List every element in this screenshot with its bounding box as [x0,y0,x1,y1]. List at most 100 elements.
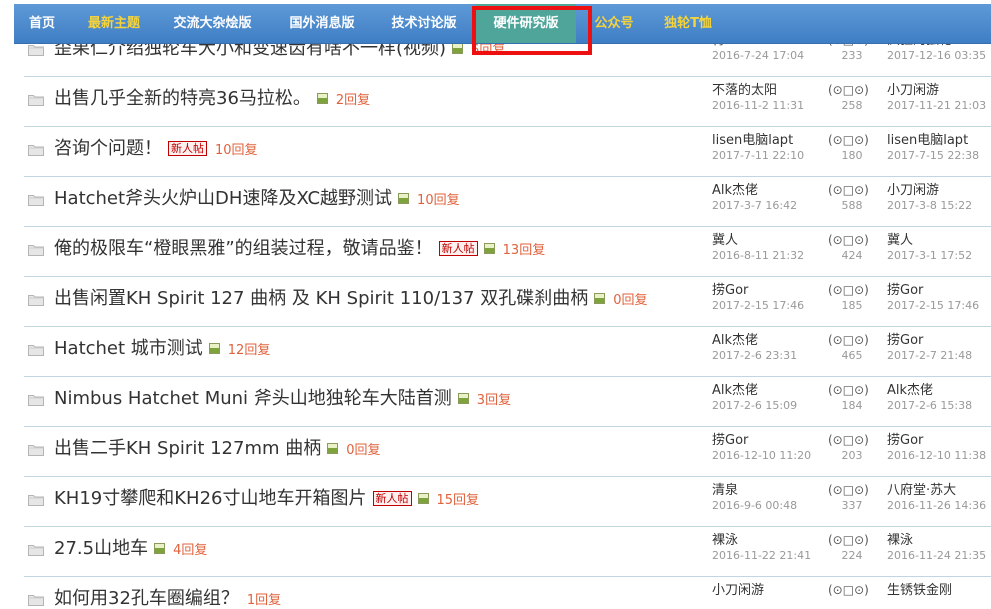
folder-icon [28,341,44,356]
last-reply-time: 2017-2-15 17:46 [887,299,980,312]
thread-title-link[interactable]: Nimbus Hatchet Muni 斧头山地独轮车大陆首测 [54,388,452,409]
thread-title-link[interactable]: 咨询个问题！ [54,138,162,159]
folder-icon [28,241,44,256]
thread-title-link[interactable]: 俺的极限车“橙眼黑雅”的组装过程，敬请品鉴！ [54,238,433,259]
thread-title-cell: Hatchet斧头火炉山DH速降及XC越野测试 10回复 [54,188,460,212]
last-reply-time: 2017-3-1 17:52 [887,249,973,262]
last-reply-user-link[interactable]: 裸泳 [887,533,913,548]
thread-title-cell: 出售闲置KH Spirit 127 曲柄 及 KH Spirit 110/137… [54,288,648,312]
view-count: 424 [841,249,863,262]
folder-icon [28,391,44,406]
post-time: 2017-7-11 22:10 [712,149,805,162]
post-time: 2017-2-6 23:31 [712,349,798,362]
last-reply-time: 2016-12-10 11:38 [887,449,987,462]
folder-icon [28,541,44,556]
post-time: 2016-9-6 00:48 [712,499,798,512]
thread-title-link[interactable]: 如何用32孔车圈编组？ [54,588,239,609]
post-time: 2016-11-2 11:31 [712,99,805,112]
table-row: 俺的极限车“橙眼黑雅”的组装过程，敬请品鉴！ 新人帖 13回复 冀人 2016-8-11… [24,226,991,277]
nav-item-latest[interactable]: 最新主题 [74,4,154,43]
image-attachment-icon [154,543,166,554]
reply-count: 4回复 [173,543,208,558]
post-time: 2016-7-24 17:04 [712,49,805,62]
view-face-icon: (⊙□⊙) [828,383,869,397]
thread-title-cell: 咨询个问题！ 新人帖 10回复 [54,138,258,162]
last-reply-user-link[interactable]: lisen电脑lapt [887,133,968,148]
nav-item-home[interactable]: 首页 [14,4,70,43]
author-link[interactable]: lisen电脑lapt [712,133,793,148]
image-attachment-icon [594,293,606,304]
last-reply-user-link[interactable]: 捞Gor [887,433,923,448]
last-reply-time: 2017-2-7 21:48 [887,349,973,362]
thread-title-cell: 俺的极限车“橙眼黑雅”的组装过程，敬请品鉴！ 新人帖 13回复 [54,238,545,262]
last-reply-time: 2016-11-24 21:35 [887,549,987,562]
view-count: 180 [841,149,863,162]
new-user-badge: 新人帖 [438,241,478,256]
view-face-icon: (⊙□⊙) [828,583,869,597]
folder-icon [28,291,44,306]
folder-icon [28,591,44,606]
image-attachment-icon [417,493,429,504]
reply-count: 12回复 [227,343,271,358]
image-attachment-icon [208,343,220,354]
reply-count: 2回复 [335,93,371,108]
author-link[interactable]: 不落的太阳 [712,83,777,98]
nav-item-general[interactable]: 交流大杂烩版 [160,4,265,43]
post-time: 2016-8-11 21:32 [712,249,805,262]
image-attachment-icon [327,443,339,454]
thread-title-link[interactable]: 出售闲置KH Spirit 127 曲柄 及 KH Spirit 110/137… [54,288,588,309]
thread-title-link[interactable]: 27.5山地车 [54,538,148,559]
thread-list: 歪果仁介绍独轮车大小和变速齿有啥不一样(视频)6回复青kiwi2016-7-24… [24,0,991,609]
view-count: 465 [841,349,863,362]
nav-item-tshirt[interactable]: 独轮T恤 [652,4,724,43]
nav-item-tech[interactable]: 技术讨论版 [378,4,470,43]
last-reply-user-link[interactable]: 冀人 [887,233,913,248]
table-row: KH19寸攀爬和KH26寸山地车开箱图片 新人帖 15回复 清泉 2016-9-6 00… [24,476,991,527]
thread-title-cell: 出售几乎全新的特亮36马拉松。 2回复 [54,88,370,112]
thread-title-link[interactable]: 出售几乎全新的特亮36马拉松。 [54,88,311,109]
last-reply-user-link[interactable]: Alk杰佬 [887,383,933,398]
thread-title-link[interactable]: 出售二手KH Spirit 127mm 曲柄 [54,438,321,459]
folder-icon [28,441,44,456]
view-face-icon: (⊙□⊙) [828,133,869,147]
author-link[interactable]: 捞Gor [712,433,748,448]
reply-count: 13回复 [502,243,546,258]
view-count: 337 [841,499,863,512]
author-link[interactable]: Alk杰佬 [712,383,758,398]
nav-item-foreign-news[interactable]: 国外消息版 [276,4,368,43]
image-attachment-icon [457,393,469,404]
author-link[interactable]: 裸泳 [712,533,738,548]
thread-title-link[interactable]: KH19寸攀爬和KH26寸山地车开箱图片 [54,488,367,509]
nav-item-wechat[interactable]: 公众号 [588,4,640,43]
thread-title-link[interactable]: Hatchet斧头火炉山DH速降及XC越野测试 [54,188,392,209]
view-face-icon: (⊙□⊙) [828,433,869,447]
table-row: Nimbus Hatchet Muni 斧头山地独轮车大陆首测 3回复 Alk杰佬 2… [24,376,991,427]
nav-item-hardware[interactable]: 硬件研究版 [476,4,576,43]
table-row: 咨询个问题！ 新人帖 10回复 lisen电脑lapt 2017-7-11 22:10(… [24,126,991,177]
last-reply-user-link[interactable]: 捞Gor [887,283,923,298]
table-row: Hatchet 城市测试 12回复 Alk杰佬 2017-2-6 23:31 (⊙□⊙)… [24,326,991,377]
thread-title-link[interactable]: Hatchet 城市测试 [54,338,203,359]
last-reply-user-link[interactable]: 捞Gor [887,333,923,348]
last-reply-time: 2017-12-16 03:35 [887,49,987,62]
last-reply-user-link[interactable]: 八府堂·苏大 [887,483,956,498]
author-link[interactable]: 小刀闲游 [712,583,764,598]
last-reply-user-link[interactable]: 小刀闲游 [887,183,939,198]
last-reply-user-link[interactable]: 小刀闲游 [887,83,939,98]
author-link[interactable]: Alk杰佬 [712,183,758,198]
table-row: 27.5山地车 4回复 裸泳 2016-11-22 21:41 (⊙□⊙) 224 裸泳 20… [24,526,991,577]
folder-icon [28,91,44,106]
view-face-icon: (⊙□⊙) [828,233,869,247]
author-link[interactable]: 捞Gor [712,283,748,298]
view-count: 258 [841,99,863,112]
post-time: 2017-2-15 17:46 [712,299,805,312]
table-row: Hatchet斧头火炉山DH速降及XC越野测试 10回复 Alk杰佬 2017-3-7… [24,176,991,227]
view-face-icon: (⊙□⊙) [828,483,869,497]
author-link[interactable]: 冀人 [712,233,738,248]
view-face-icon: (⊙□⊙) [828,533,869,547]
author-link[interactable]: 清泉 [712,483,738,498]
thread-title-cell: KH19寸攀爬和KH26寸山地车开箱图片 新人帖 15回复 [54,488,479,512]
last-reply-user-link[interactable]: 生锈铁金刚 [887,583,952,598]
author-link[interactable]: Alk杰佬 [712,333,758,348]
view-face-icon: (⊙□⊙) [828,183,869,197]
